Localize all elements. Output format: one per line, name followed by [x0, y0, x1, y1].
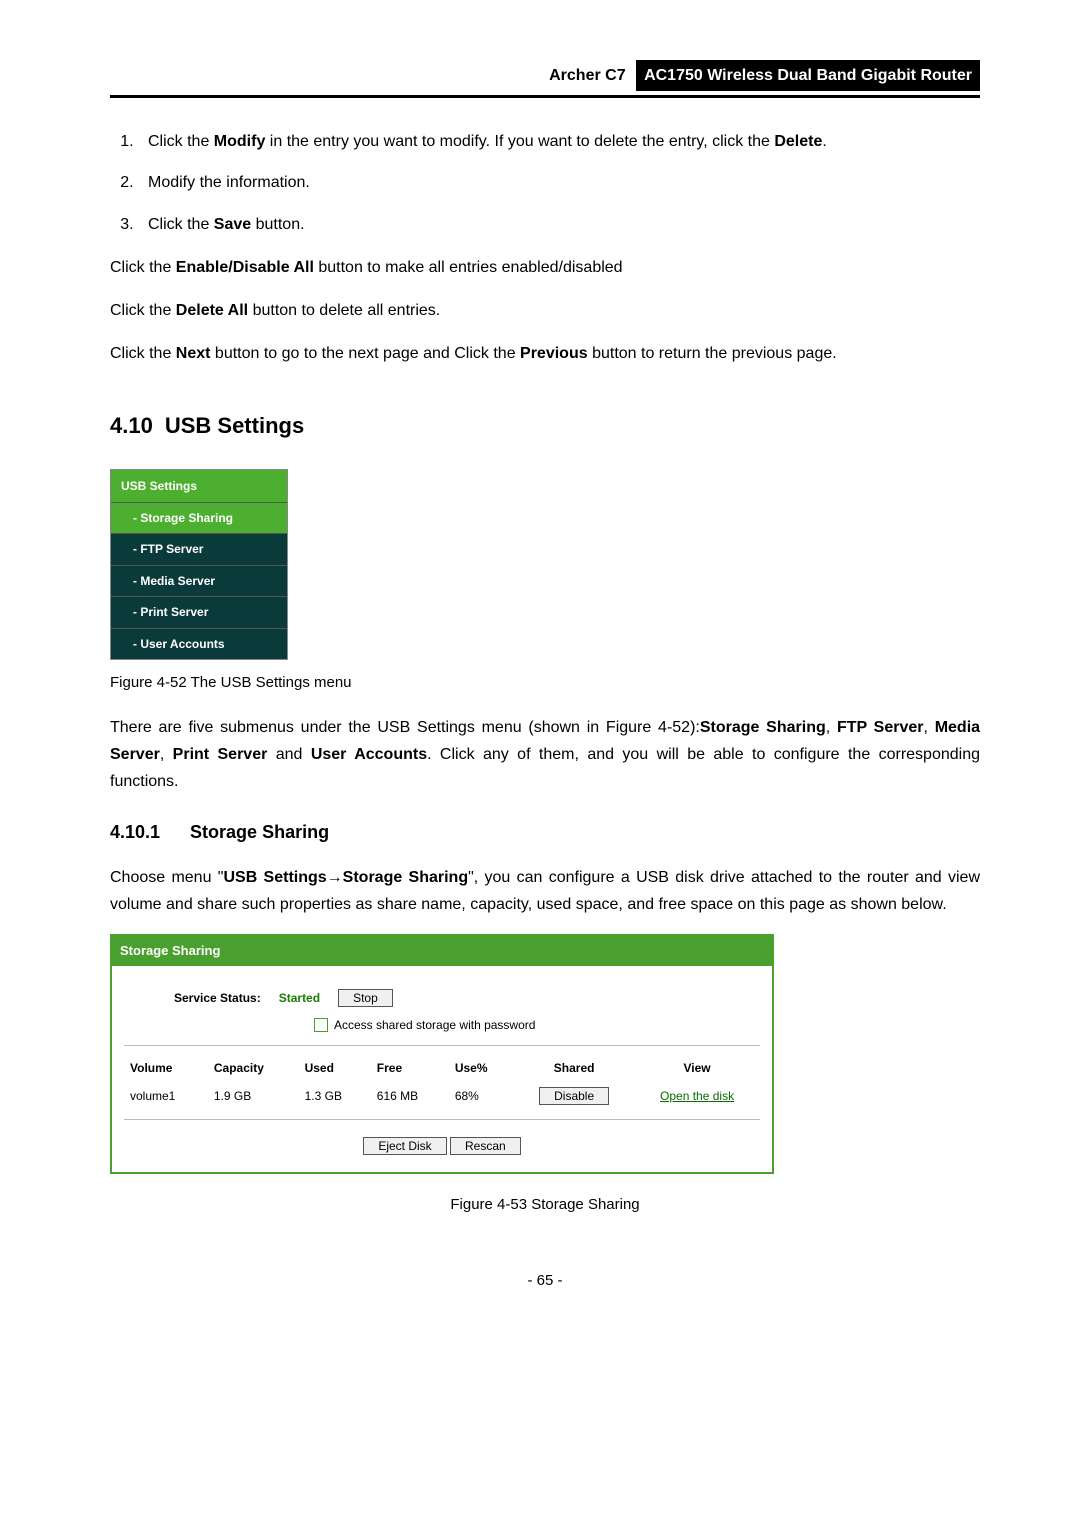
password-checkbox-row: Access shared storage with password [314, 1015, 760, 1035]
open-disk-link[interactable]: Open the disk [660, 1089, 734, 1103]
subsection-4-10-1-heading: 4.10.1Storage Sharing [110, 817, 980, 848]
model-name: Archer C7 [549, 62, 631, 89]
table-row: volume1 1.9 GB 1.3 GB 616 MB 68% Disable… [124, 1082, 760, 1110]
divider [124, 1119, 760, 1120]
col-capacity: Capacity [208, 1054, 299, 1082]
divider [124, 1045, 760, 1046]
figure-4-53-caption: Figure 4-53 Storage Sharing [110, 1192, 980, 1218]
col-used: Used [299, 1054, 371, 1082]
modify-steps: Click the Modify in the entry you want t… [110, 128, 980, 238]
menu-item-media-server[interactable]: - Media Server [111, 565, 287, 596]
step-1: Click the Modify in the entry you want t… [138, 128, 980, 155]
menu-item-ftp-server[interactable]: - FTP Server [111, 533, 287, 564]
col-usepct: Use% [449, 1054, 514, 1082]
menu-item-storage-sharing[interactable]: - Storage Sharing [111, 502, 287, 533]
cell-free: 616 MB [371, 1082, 449, 1110]
section-4-10-heading: 4.10USB Settings [110, 407, 980, 444]
disable-button[interactable]: Disable [539, 1087, 609, 1105]
eject-disk-button[interactable]: Eject Disk [363, 1137, 446, 1155]
cell-volume: volume1 [124, 1082, 208, 1110]
volume-table: Volume Capacity Used Free Use% Shared Vi… [124, 1054, 760, 1111]
col-volume: Volume [124, 1054, 208, 1082]
table-header-row: Volume Capacity Used Free Use% Shared Vi… [124, 1054, 760, 1082]
step-2: Modify the information. [138, 169, 980, 196]
submenus-paragraph: There are five submenus under the USB Se… [110, 714, 980, 796]
step-3: Click the Save button. [138, 211, 980, 238]
menu-item-print-server[interactable]: - Print Server [111, 596, 287, 627]
page-number: - 65 - [110, 1268, 980, 1294]
usb-settings-menu: USB Settings - Storage Sharing - FTP Ser… [110, 469, 288, 660]
menu-item-user-accounts[interactable]: - User Accounts [111, 628, 287, 659]
cell-capacity: 1.9 GB [208, 1082, 299, 1110]
menu-header: USB Settings [111, 470, 287, 502]
cell-used: 1.3 GB [299, 1082, 371, 1110]
col-shared: Shared [514, 1054, 634, 1082]
password-checkbox-label: Access shared storage with password [334, 1015, 535, 1035]
service-status-label: Service Status: [174, 988, 261, 1008]
col-view: View [634, 1054, 760, 1082]
storage-sharing-panel: Storage Sharing Service Status: Started … [110, 934, 774, 1174]
choose-menu-paragraph: Choose menu "USB Settings→Storage Sharin… [110, 864, 980, 918]
product-title: AC1750 Wireless Dual Band Gigabit Router [636, 60, 980, 91]
panel-footer: Eject Disk Rescan [124, 1128, 760, 1166]
delete-all-note: Click the Delete All button to delete al… [110, 297, 980, 324]
service-status-value: Started [279, 988, 320, 1008]
rescan-button[interactable]: Rescan [450, 1137, 521, 1155]
col-free: Free [371, 1054, 449, 1082]
arrow-icon: → [327, 869, 343, 886]
password-checkbox[interactable] [314, 1018, 328, 1032]
figure-4-52-caption: Figure 4-52 The USB Settings menu [110, 670, 980, 696]
enable-disable-note: Click the Enable/Disable All button to m… [110, 254, 980, 281]
next-previous-note: Click the Next button to go to the next … [110, 340, 980, 367]
cell-usepct: 68% [449, 1082, 514, 1110]
service-status-row: Service Status: Started Stop [174, 988, 760, 1008]
panel-title: Storage Sharing [112, 936, 772, 966]
doc-header: Archer C7 AC1750 Wireless Dual Band Giga… [110, 60, 980, 98]
stop-button[interactable]: Stop [338, 989, 393, 1007]
